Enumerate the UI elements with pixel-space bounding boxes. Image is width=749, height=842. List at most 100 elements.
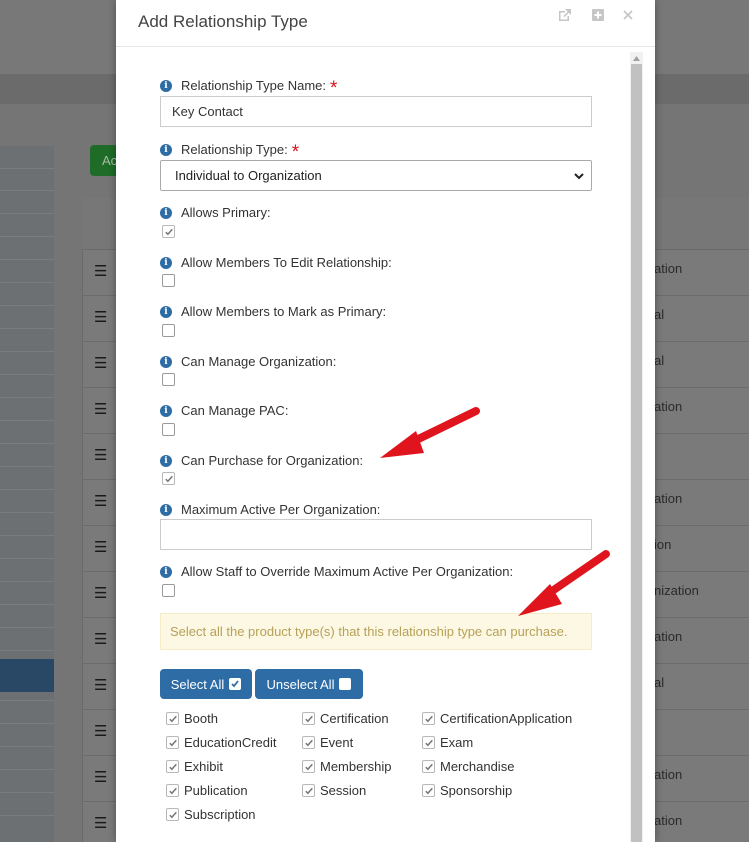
background-table-cell: ation [654,813,683,828]
product-type-label: Exam [440,735,474,750]
info-icon[interactable]: i [160,256,172,269]
product-type-option[interactable]: Event [302,735,353,750]
modal-scrollbar[interactable] [630,52,643,842]
info-icon[interactable]: i [160,143,172,156]
info-icon[interactable]: i [160,305,172,318]
relationship-type-select[interactable]: Individual to Organization [160,160,592,191]
background-sidebar-divider [0,769,54,770]
product-type-checkbox[interactable] [422,760,435,773]
product-type-checkbox[interactable] [166,736,179,749]
modal-title: Add Relationship Type [138,12,308,31]
product-type-option[interactable]: Merchandise [422,759,514,774]
product-type-option[interactable]: Certification [302,711,389,726]
product-type-option[interactable]: Exam [422,735,473,750]
product-type-label: Exhibit [184,759,224,774]
info-icon[interactable]: i [160,79,172,92]
product-type-checkbox[interactable] [166,784,179,797]
max-active-input[interactable] [160,519,592,550]
scroll-up-icon[interactable] [630,52,643,64]
product-type-option[interactable]: Sponsorship [422,783,512,798]
can-manage-pac-checkbox[interactable] [162,423,175,436]
background-sidebar-divider [0,627,54,628]
select-all-button[interactable]: Select All [160,669,252,699]
scroll-thumb[interactable] [631,64,642,842]
background-table-cell: ation [654,767,683,782]
background-sidebar-divider [0,236,54,237]
product-type-checkbox[interactable] [422,712,435,725]
info-icon[interactable]: i [160,355,172,368]
product-type-option[interactable]: Publication [166,783,248,798]
background-table-cell: ation [654,629,683,644]
background-sidebar-divider [0,168,54,169]
product-type-option[interactable]: Exhibit [166,759,223,774]
product-type-label: Sponsorship [440,783,513,798]
annotation-arrow-icon [518,550,610,616]
checked-box-icon [229,678,242,690]
product-type-label: EducationCredit [184,735,277,750]
background-sidebar-divider [0,604,54,605]
background-sidebar-active-item [0,659,54,692]
background-sidebar-divider [0,420,54,421]
close-icon[interactable] [620,7,636,23]
required-marker: * [291,141,300,163]
relationship-type-name-input[interactable]: Key Contact [160,96,592,127]
hamburger-menu-icon: ☰ [94,401,108,418]
product-type-option[interactable]: Booth [166,711,218,726]
can-manage-organization-label: i Can Manage Organization: [160,354,336,369]
product-type-checkbox[interactable] [166,808,179,821]
product-type-label: CertificationApplication [440,711,573,726]
unselect-all-label: Unselect All [266,676,335,692]
background-sidebar-divider [0,650,54,651]
background-table-cell: ation [654,491,683,506]
product-type-checkbox[interactable] [302,736,315,749]
info-icon[interactable]: i [160,454,172,467]
product-type-label: Certification [320,711,389,726]
product-type-label: Membership [320,759,392,774]
product-type-label: Subscription [184,807,256,822]
background-sidebar-divider [0,558,54,559]
background-table-cell: al [654,675,665,690]
popout-icon[interactable] [557,7,573,23]
background-sidebar-divider [0,305,54,306]
background-sidebar-divider [0,512,54,513]
product-type-option[interactable]: Session [302,783,366,798]
info-icon[interactable]: i [160,206,172,219]
hamburger-menu-icon: ☰ [94,355,108,372]
empty-box-icon [339,678,352,690]
can-purchase-checkbox[interactable] [162,472,175,485]
info-icon[interactable]: i [160,404,172,417]
product-type-checkbox[interactable] [422,736,435,749]
info-icon[interactable]: i [160,565,172,578]
product-type-checkbox[interactable] [422,784,435,797]
product-type-option[interactable]: EducationCredit [166,735,277,750]
product-type-label: Merchandise [440,759,515,774]
product-type-checkbox[interactable] [166,760,179,773]
background-sidebar-divider [0,351,54,352]
background-sidebar-divider [0,792,54,793]
allows-primary-label: i Allows Primary: [160,205,271,220]
info-icon[interactable]: i [160,503,172,516]
allow-override-checkbox[interactable] [162,584,175,597]
can-manage-organization-checkbox[interactable] [162,373,175,386]
background-sidebar-divider [0,700,54,701]
can-manage-pac-label: i Can Manage PAC: [160,403,288,418]
background-sidebar-divider [0,466,54,467]
background-sidebar-divider [0,397,54,398]
product-type-label: Event [320,735,354,750]
background-sidebar-divider [0,190,54,191]
max-active-label: i Maximum Active Per Organization: [160,502,380,517]
allows-primary-checkbox[interactable] [162,225,175,238]
maximize-icon[interactable] [590,7,606,23]
allow-members-edit-checkbox[interactable] [162,274,175,287]
unselect-all-button[interactable]: Unselect All [255,669,363,699]
allow-mark-primary-checkbox[interactable] [162,324,175,337]
product-type-option[interactable]: CertificationApplication [422,711,572,726]
hamburger-menu-icon: ☰ [94,723,108,740]
product-type-checkbox[interactable] [302,760,315,773]
product-type-option[interactable]: Subscription [166,807,256,822]
product-type-checkbox[interactable] [302,784,315,797]
product-type-option[interactable]: Membership [302,759,392,774]
background-sidebar-divider [0,443,54,444]
product-type-checkbox[interactable] [302,712,315,725]
product-type-checkbox[interactable] [166,712,179,725]
